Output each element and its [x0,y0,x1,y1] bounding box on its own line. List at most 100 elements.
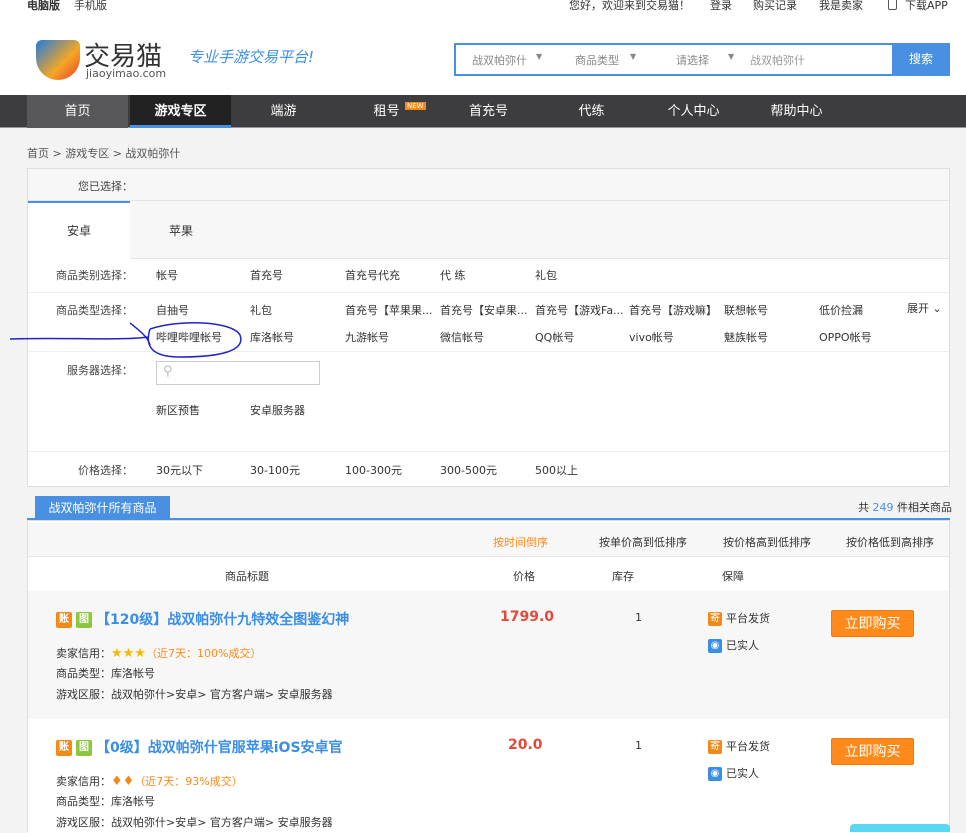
server-label: 游戏区服： [56,816,111,829]
nav-boosting[interactable]: 代练 [541,95,642,128]
product-server: 战双帕弥什>安卓> 官方客户端> 安卓服务器 [111,688,333,701]
price-option[interactable]: 300-500元 [440,462,497,478]
sort-price-desc[interactable]: 按价格高到低排序 [723,534,811,550]
game-select[interactable]: 战双帕弥什 [472,52,527,68]
slogan: 专业手游交易平台! [188,48,315,66]
type-option[interactable]: 首充号【安卓果... [440,302,532,318]
expand-label: 展开 [907,302,929,315]
count-number: 249 [872,501,894,514]
choose-select[interactable]: 请选择 [676,52,709,68]
category-option[interactable]: 首充号代充 [345,267,400,283]
login-link[interactable]: 登录 [710,0,732,13]
chevron-down-icon: ▼ [728,52,735,61]
account-badge: 账 [56,740,72,756]
price-option[interactable]: 100-300元 [345,462,402,478]
col-price: 价格 [513,570,535,583]
credit-note: （近7天：100%成交） [145,647,262,660]
sort-unit-price[interactable]: 按单价高到低排序 [599,534,687,550]
col-stock: 库存 [612,570,634,583]
credit-label: 卖家信用： [56,775,111,788]
price-option[interactable]: 30-100元 [250,462,300,478]
type-label: 商品类型： [56,795,111,808]
sort-price-asc[interactable]: 按价格低到高排序 [846,534,934,550]
type-option[interactable]: QQ帐号 [535,329,574,345]
tab-android[interactable]: 安卓 [28,201,130,260]
nav-games[interactable]: 游戏专区 [130,95,231,128]
type-option[interactable]: 联想帐号 [724,302,768,318]
price-option[interactable]: 30元以下 [156,462,203,478]
col-title: 商品标题 [225,570,269,583]
category-option[interactable]: 代 练 [440,267,466,283]
nav-home[interactable]: 首页 [27,95,128,128]
chevron-down-icon: ⌄ [932,302,942,315]
nav-first-charge[interactable]: 首充号 [438,95,539,128]
type-option[interactable]: 首充号【游戏嘛】 [629,302,717,318]
phone-icon [888,0,897,10]
type-option[interactable]: vivo帐号 [629,329,674,345]
type-option[interactable]: 魅族帐号 [724,329,768,345]
category-option[interactable]: 礼包 [535,267,557,283]
nav-pc-games[interactable]: 端游 [233,95,334,128]
nav-user-center[interactable]: 个人中心 [643,95,744,128]
diamond-icon: ♦♦ [111,774,135,789]
buy-now-button[interactable]: 立即购买 [831,610,914,637]
buy-now-button[interactable]: 立即购买 [831,738,914,765]
image-badge: 图 [76,740,92,756]
guarantee-verified: 已实人 [726,767,759,780]
sort-time[interactable]: 按时间倒序 [493,534,548,550]
expand-button[interactable]: 展开 ⌄ [907,300,942,316]
verified-icon: ◉ [708,639,722,653]
selected-label: 您已选择： [78,180,133,193]
welcome-text: 您好，欢迎来到交易猫！ [569,0,690,12]
search-icon: ⚲ [163,364,173,379]
product-server: 战双帕弥什>安卓> 官方客户端> 安卓服务器 [111,816,333,829]
col-guarantee: 保障 [722,570,744,583]
seller-link[interactable]: 我是卖家 [819,0,863,13]
product-title-link[interactable]: 【0级】战双帕弥什官服苹果iOS安卓官 [96,740,343,756]
tab-apple[interactable]: 苹果 [130,203,232,259]
image-badge: 图 [76,612,92,628]
platform-ship-icon: 寄 [708,740,722,754]
category-label: 商品类别选择： [56,269,133,282]
product-title-link[interactable]: 【120级】战双帕弥什九特效全图鉴幻神 [96,612,349,628]
type-option[interactable]: 微信帐号 [440,329,484,345]
type-option[interactable]: 低价捡漏 [819,302,863,318]
pc-version-link[interactable]: 电脑版 [27,0,60,13]
product-type: 库洛帐号 [111,795,155,808]
download-app-link[interactable]: 下载APP [905,0,948,13]
type-option[interactable]: OPPO帐号 [819,329,872,345]
top-bar: 电脑版 手机版 您好，欢迎来到交易猫！ 登录 购买记录 我是卖家 下载APP [0,0,966,14]
type-option[interactable]: 首充号【游戏Fa... [535,302,627,318]
server-option[interactable]: 新区预售 [156,402,200,418]
price-option[interactable]: 500以上 [535,462,578,478]
main-nav: 首页 游戏专区 端游 租号 NEW 首充号 代练 个人中心 帮助中心 [0,95,966,128]
platform-ship-icon: 寄 [708,612,722,626]
product-price: 20.0 [508,737,543,753]
star-icon: ★★★ [111,646,146,661]
product-type: 库洛帐号 [111,667,155,680]
credit-note: （近7天：93%成交） [134,775,243,788]
type-option[interactable]: 九游帐号 [345,329,389,345]
breadcrumb: 首页 > 游戏专区 > 战双帕弥什 [27,147,181,160]
search-bar: 战双帕弥什 ▼ 商品类型 ▼ 请选择 ▼ 战双帕弥什 搜索 [454,43,950,76]
server-option[interactable]: 安卓服务器 [250,402,305,418]
guarantee-ship: 平台发货 [726,612,770,625]
mobile-version-link[interactable]: 手机版 [74,0,107,13]
product-stock: 1 [635,611,642,624]
search-input[interactable]: 战双帕弥什 [750,52,805,68]
category-option[interactable]: 首充号 [250,267,283,283]
type-label: 商品类型： [56,667,111,680]
search-button[interactable]: 搜索 [892,43,950,76]
nav-help[interactable]: 帮助中心 [746,95,847,128]
header: 交易猫 jiaoyimao.com 专业手游交易平台! 战双帕弥什 ▼ 商品类型… [0,14,966,95]
nav-rent[interactable]: 租号 [336,95,437,128]
type-select[interactable]: 商品类型 [575,52,619,68]
product-price: 1799.0 [500,609,555,625]
credit-label: 卖家信用： [56,647,111,660]
category-option[interactable]: 帐号 [156,267,178,283]
type-option[interactable]: 首充号【苹果果... [345,302,437,318]
orders-link[interactable]: 购买记录 [753,0,797,13]
server-label: 游戏区服： [56,688,111,701]
price-label: 价格选择： [78,464,133,477]
floating-widget[interactable] [850,824,950,832]
